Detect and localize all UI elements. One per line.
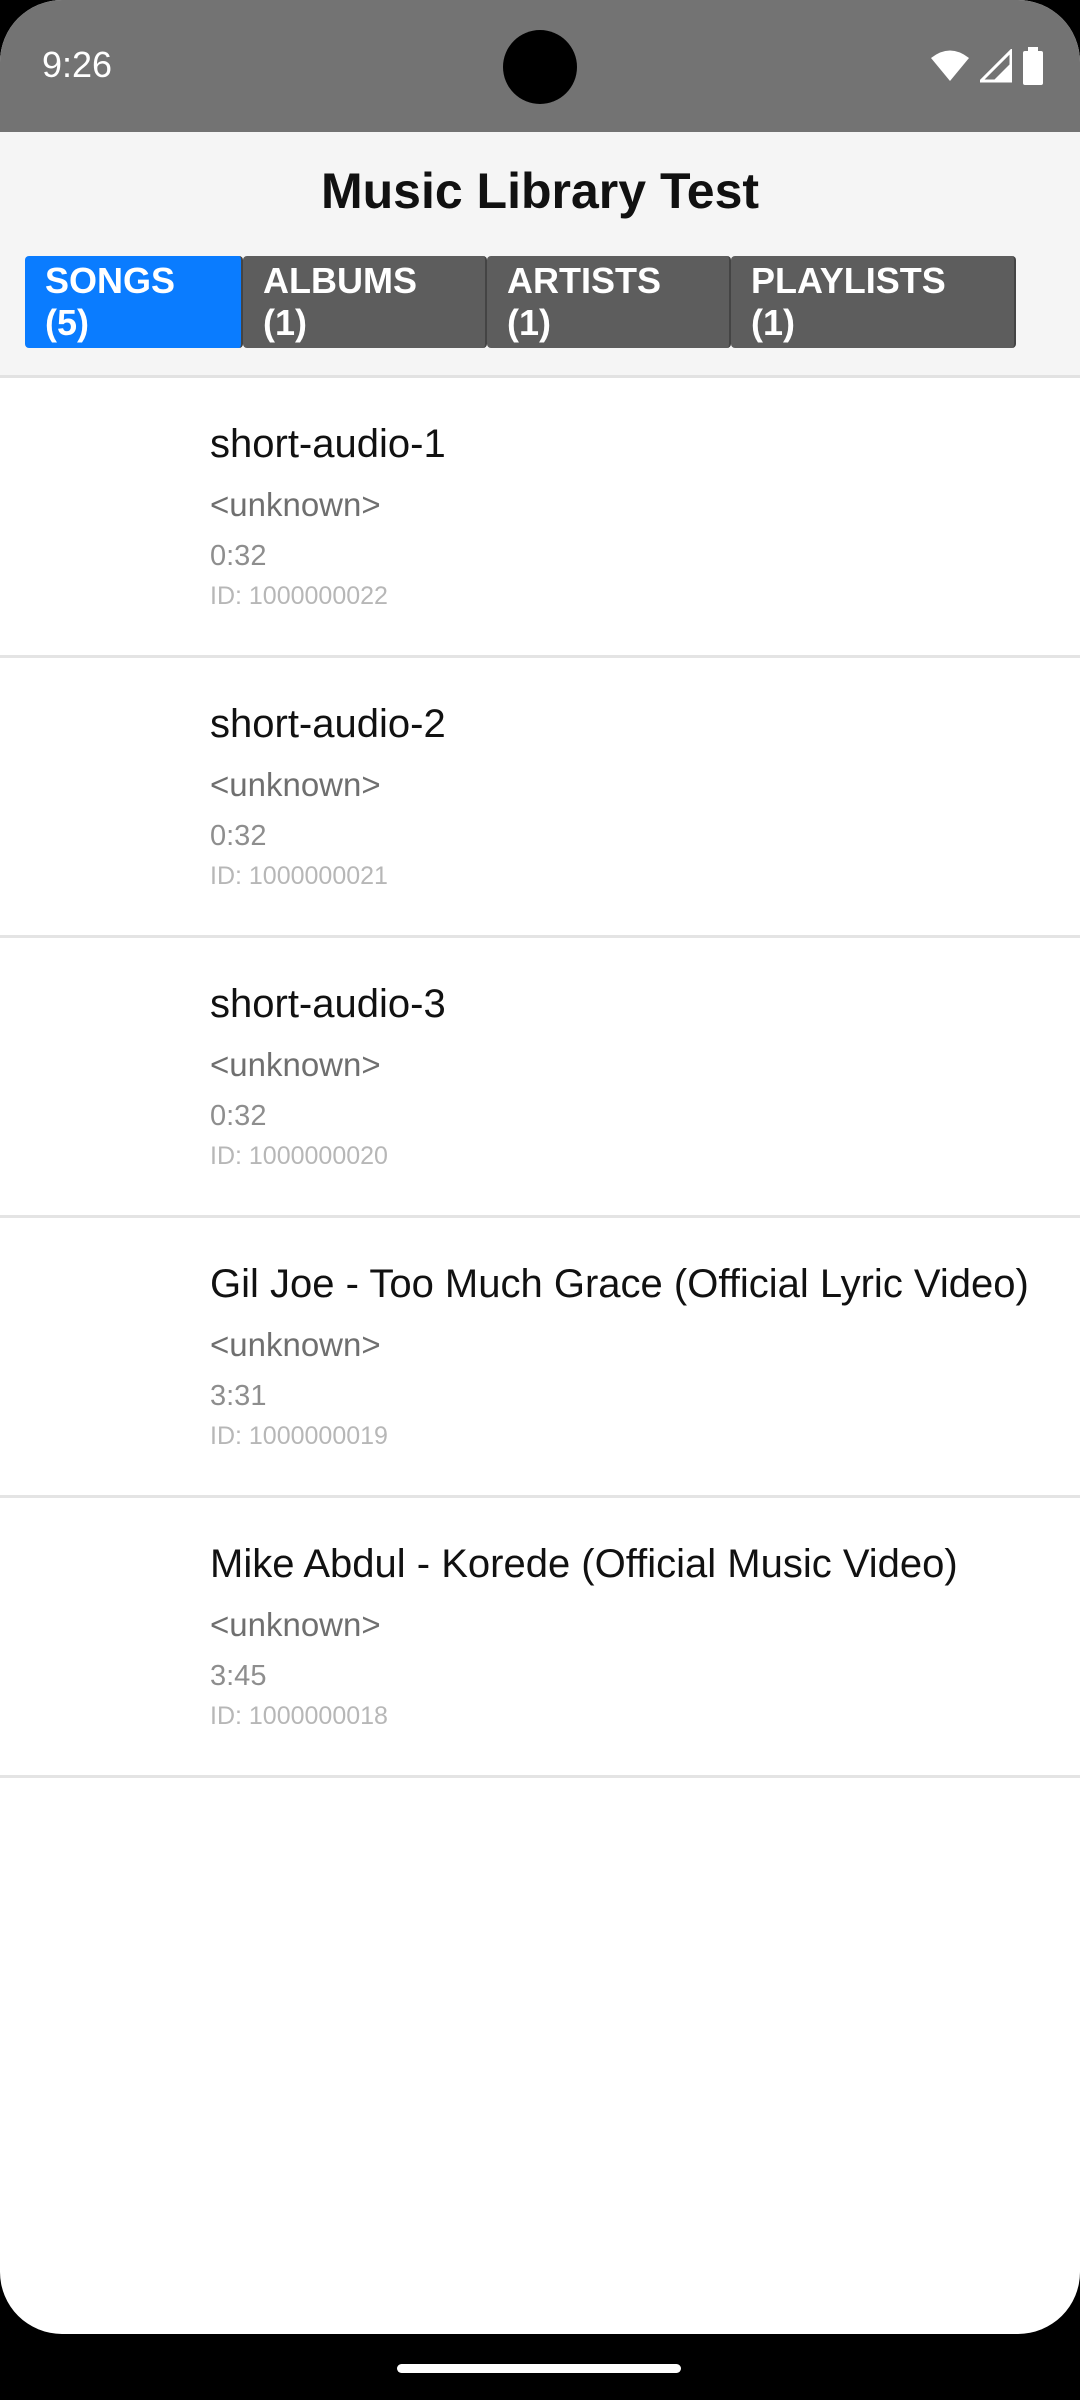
- song-title: short-audio-2: [210, 702, 446, 746]
- song-duration: 3:45: [210, 1660, 267, 1692]
- song-title: short-audio-1: [210, 422, 446, 466]
- status-time: 9:26: [42, 44, 113, 85]
- song-duration: 0:32: [210, 820, 267, 852]
- song-id: ID: 1000000018: [210, 1702, 388, 1730]
- song-id: ID: 1000000019: [210, 1422, 388, 1450]
- song-title: Gil Joe - Too Much Grace (Official Lyric…: [210, 1262, 1029, 1306]
- tab-playlists[interactable]: PLAYLISTS (1): [731, 256, 1016, 348]
- song-artist: <unknown>: [210, 766, 381, 803]
- song-id: ID: 1000000020: [210, 1142, 388, 1170]
- battery-icon: [1022, 47, 1044, 85]
- tab-albums[interactable]: ALBUMS (1): [243, 256, 487, 348]
- song-id: ID: 1000000021: [210, 862, 388, 890]
- camera-cutout: [503, 30, 577, 104]
- song-duration: 0:32: [210, 1100, 267, 1132]
- song-title: Mike Abdul - Korede (Official Music Vide…: [210, 1542, 958, 1586]
- song-duration: 3:31: [210, 1380, 267, 1412]
- song-list-item[interactable]: short-audio-2 <unknown> 0:32 ID: 1000000…: [0, 658, 1080, 938]
- status-bar: 9:26: [0, 0, 1080, 132]
- status-icons: [930, 46, 1044, 86]
- tab-bar: SONGS (5) ALBUMS (1) ARTISTS (1) PLAYLIS…: [25, 256, 1016, 348]
- song-list-item[interactable]: Mike Abdul - Korede (Official Music Vide…: [0, 1498, 1080, 1778]
- wifi-icon: [930, 49, 970, 83]
- song-id: ID: 1000000022: [210, 582, 388, 610]
- song-list-item[interactable]: short-audio-1 <unknown> 0:32 ID: 1000000…: [0, 378, 1080, 658]
- app-header: Music Library Test SONGS (5) ALBUMS (1) …: [0, 132, 1080, 378]
- tab-artists[interactable]: ARTISTS (1): [487, 256, 731, 348]
- song-list-item[interactable]: Gil Joe - Too Much Grace (Official Lyric…: [0, 1218, 1080, 1498]
- song-artist: <unknown>: [210, 1606, 381, 1643]
- song-artist: <unknown>: [210, 1046, 381, 1083]
- tab-songs[interactable]: SONGS (5): [25, 256, 243, 348]
- song-artist: <unknown>: [210, 486, 381, 523]
- song-artist: <unknown>: [210, 1326, 381, 1363]
- app-screen: 9:26 Music Library Test SONGS (5) ALBUMS…: [0, 0, 1080, 2334]
- song-list-item[interactable]: short-audio-3 <unknown> 0:32 ID: 1000000…: [0, 938, 1080, 1218]
- song-list: short-audio-1 <unknown> 0:32 ID: 1000000…: [0, 378, 1080, 1778]
- home-indicator[interactable]: [397, 2364, 681, 2373]
- page-title: Music Library Test: [320, 163, 760, 219]
- song-title: short-audio-3: [210, 982, 446, 1026]
- signal-icon: [980, 49, 1012, 83]
- song-duration: 0:32: [210, 540, 267, 572]
